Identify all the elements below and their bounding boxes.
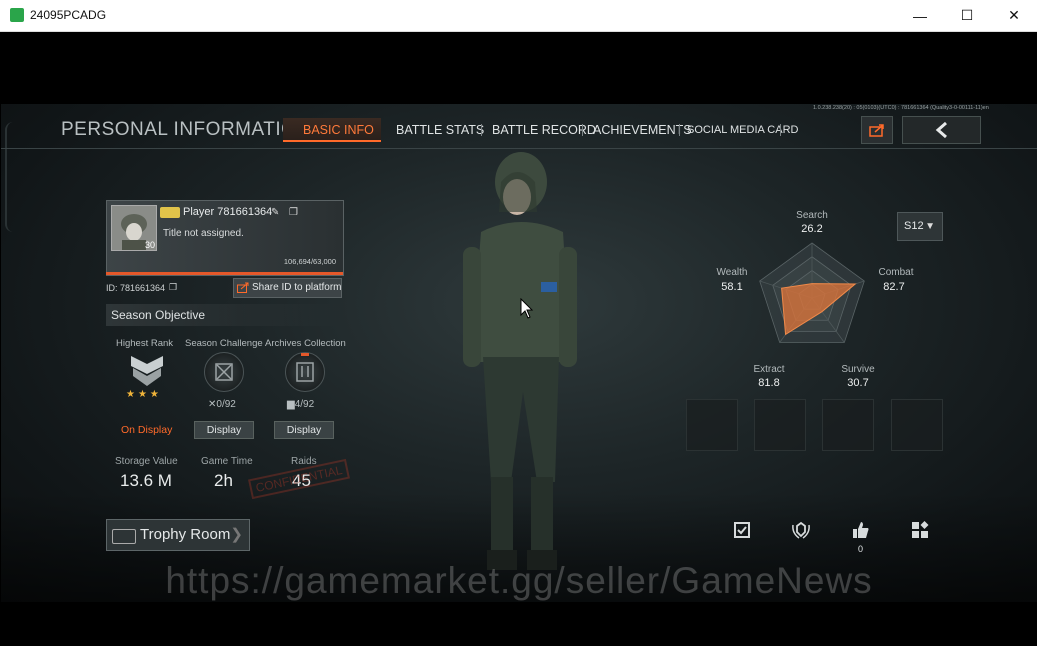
like-count: 0: [858, 544, 864, 554]
season-challenge-icon: [204, 352, 244, 392]
rank-stars: ★★★: [126, 389, 162, 400]
storage-value: 13.6 M: [120, 471, 172, 490]
radar-label-survive: Survive: [841, 364, 875, 375]
radar-chart: [759, 242, 865, 343]
radar-label-extract: Extract: [753, 364, 785, 375]
tab-separator: [780, 124, 781, 136]
archives-collection-count: ▆4/92: [287, 399, 315, 410]
copy-id-icon[interactable]: ❐: [169, 282, 177, 293]
season-objective-header: Season Objective: [106, 304, 342, 326]
avatar-level: 30: [144, 240, 155, 250]
site-watermark: https://gamemarket.gg/seller/GameNews: [165, 560, 873, 601]
widgets-icon: [912, 521, 929, 538]
trophy-room-label: Trophy Room: [140, 526, 231, 543]
season-dropdown[interactable]: S12 ▼: [897, 212, 943, 241]
archives-collection-display-button[interactable]: Display: [274, 421, 334, 439]
close-button[interactable]: ✕: [991, 0, 1037, 31]
tab-achievements[interactable]: ACHIEVEMENTS: [593, 118, 692, 142]
profile-card: 30 Player 781661364 ✎ ❐ Title not assign…: [106, 200, 344, 276]
highest-rank-label: Highest Rank: [116, 338, 174, 349]
radar-label-search: Search: [796, 210, 828, 221]
minimize-button[interactable]: —: [897, 0, 943, 31]
widgets-button[interactable]: [909, 519, 931, 541]
chevron-left-icon: [935, 121, 947, 139]
left-decoration: [5, 122, 17, 232]
back-button[interactable]: [902, 116, 981, 144]
like-button[interactable]: [850, 519, 872, 541]
season-dropdown-value: S12: [904, 220, 924, 232]
trophy-room-button[interactable]: Trophy Room ❯: [106, 519, 250, 551]
xp-progress-bar: [106, 272, 343, 275]
game-time-value: 2h: [214, 471, 233, 490]
showcase-slot-1[interactable]: [686, 399, 738, 451]
thumbs-up-icon: [853, 522, 869, 538]
season-challenge-label: Season Challenge: [185, 338, 263, 349]
avatar[interactable]: 30: [111, 205, 157, 251]
radar-value-combat: 82.7: [883, 281, 905, 293]
player-badge-icon: [160, 207, 180, 218]
archives-collection-icon: [285, 352, 325, 392]
tab-separator: [582, 124, 583, 136]
showcase-slot-3[interactable]: [822, 399, 874, 451]
archives-collection-label: Archives Collection: [265, 338, 346, 349]
rank-on-display-status: On Display: [121, 424, 173, 436]
radar-value-extract: 81.8: [758, 377, 780, 389]
share-icon: [869, 124, 884, 137]
app-icon: [10, 8, 24, 22]
share-icon: [237, 282, 249, 293]
share-id-label: Share ID to platform: [252, 282, 342, 293]
radar-label-combat: Combat: [878, 267, 914, 278]
checklist-button[interactable]: [731, 519, 753, 541]
player-name: Player 781661364: [183, 206, 273, 218]
tab-separator: [679, 124, 680, 136]
check-box-icon: [734, 522, 750, 538]
mouse-cursor-icon: [520, 298, 534, 319]
showcase-slot-4[interactable]: [891, 399, 943, 451]
character-model: [463, 152, 577, 570]
laurel-emblem-icon: [792, 521, 810, 539]
game-viewport: PERSONAL INFORMATION BASIC INFO BATTLE S…: [1, 32, 1037, 646]
season-challenge-display-button[interactable]: Display: [194, 421, 254, 439]
chevron-right-icon: ❯: [230, 526, 243, 543]
player-title: Title not assigned.: [163, 228, 244, 239]
season-challenge-count: ✕0/92: [208, 399, 236, 410]
chevron-down-icon: ▼: [925, 221, 935, 232]
build-info-text: 1.0.238.238(20) : 05(0103)(UTC0) : 78166…: [813, 105, 989, 111]
tab-basic-info[interactable]: BASIC INFO: [283, 118, 381, 142]
storage-value-label: Storage Value: [115, 456, 178, 467]
tab-battle-record[interactable]: BATTLE RECORD: [492, 118, 596, 142]
game-time-label: Game Time: [201, 456, 253, 467]
rank-emblem-icon: [131, 356, 163, 386]
tab-social-media-card[interactable]: SOCIAL MEDIA CARD: [687, 118, 798, 142]
header-divider: [1, 148, 1037, 149]
player-id: ID: 781661364: [106, 283, 166, 293]
trophy-room-icon: [112, 529, 136, 544]
window-title: 24095PCADG: [30, 8, 107, 22]
edit-icon[interactable]: ✎: [271, 207, 279, 218]
showcase-slot-2[interactable]: [754, 399, 806, 451]
window-titlebar: 24095PCADG — ☐ ✕: [0, 0, 1037, 32]
tab-separator: [481, 124, 482, 136]
emblem-button[interactable]: [790, 519, 812, 541]
radar-value-search: 26.2: [801, 223, 823, 235]
page-title: PERSONAL INFORMATION: [61, 119, 311, 140]
tab-battle-stats[interactable]: BATTLE STATS: [396, 118, 484, 142]
xp-value: 106,694/63,000: [283, 257, 336, 266]
maximize-button[interactable]: ☐: [944, 0, 990, 31]
share-button[interactable]: [861, 116, 893, 144]
copy-icon[interactable]: ❐: [289, 207, 298, 218]
share-id-button[interactable]: Share ID to platform: [233, 278, 342, 298]
radar-value-survive: 30.7: [847, 377, 869, 389]
